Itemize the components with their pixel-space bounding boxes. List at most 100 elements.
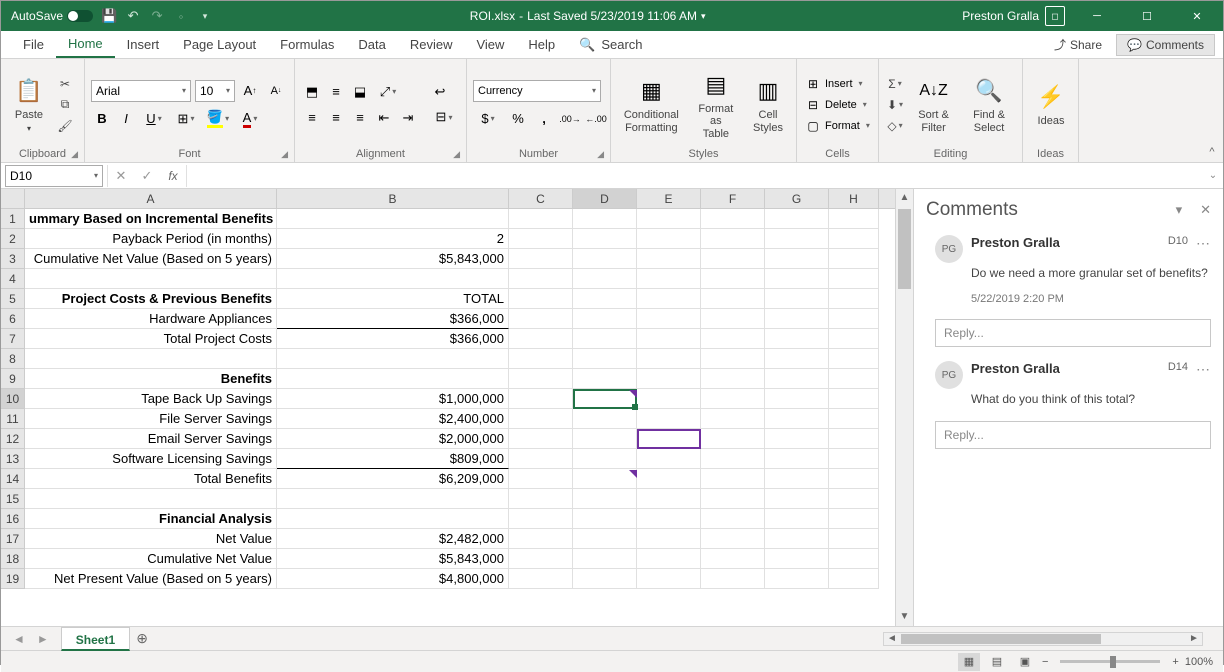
- cell[interactable]: [829, 489, 879, 509]
- clear-button[interactable]: ◇▾: [885, 117, 905, 135]
- cell[interactable]: [509, 229, 573, 249]
- table-row[interactable]: 4: [1, 269, 895, 289]
- table-row[interactable]: 1ummary Based on Incremental Benefits: [1, 209, 895, 229]
- cell[interactable]: File Server Savings: [25, 409, 277, 429]
- insert-function-button[interactable]: fx: [160, 165, 186, 187]
- table-row[interactable]: 9Benefits: [1, 369, 895, 389]
- percent-button[interactable]: %: [507, 108, 529, 130]
- page-layout-view-button[interactable]: ▤: [986, 653, 1008, 671]
- sheet-tab[interactable]: Sheet1: [61, 627, 130, 651]
- cell[interactable]: [829, 249, 879, 269]
- tab-pagelayout[interactable]: Page Layout: [171, 31, 268, 58]
- cell[interactable]: [829, 509, 879, 529]
- page-break-view-button[interactable]: ▣: [1014, 653, 1036, 671]
- cell[interactable]: [573, 429, 637, 449]
- align-left-button[interactable]: ≡: [301, 107, 323, 129]
- fill-button[interactable]: ⬇▾: [885, 96, 905, 114]
- cell[interactable]: [573, 469, 637, 489]
- col-header-c[interactable]: C: [509, 189, 573, 208]
- sort-filter-button[interactable]: A↓Z Sort & Filter: [909, 73, 958, 135]
- cell[interactable]: $5,843,000: [277, 549, 509, 569]
- comma-button[interactable]: ,: [533, 108, 555, 130]
- autosave-toggle[interactable]: AutoSave: [11, 9, 93, 23]
- number-format-select[interactable]: Currency▾: [473, 80, 601, 102]
- cell[interactable]: [637, 269, 701, 289]
- format-as-table-button[interactable]: ▤ Format as Table: [690, 67, 742, 141]
- scroll-left-button[interactable]: ◄: [884, 633, 900, 645]
- cell[interactable]: Software Licensing Savings: [25, 449, 277, 469]
- sheet-nav-next[interactable]: ►: [31, 632, 55, 646]
- reply-input[interactable]: Reply...: [935, 421, 1211, 449]
- row-header[interactable]: 11: [1, 409, 25, 429]
- cell[interactable]: [573, 389, 637, 409]
- cell[interactable]: [701, 549, 765, 569]
- row-header[interactable]: 14: [1, 469, 25, 489]
- cell[interactable]: [573, 369, 637, 389]
- merge-button[interactable]: ⊟▾: [429, 106, 459, 128]
- cell[interactable]: [573, 309, 637, 329]
- zoom-level[interactable]: 100%: [1185, 656, 1213, 668]
- conditional-formatting-button[interactable]: ▦ Conditional Formatting: [617, 73, 686, 135]
- cell[interactable]: Payback Period (in months): [25, 229, 277, 249]
- cell[interactable]: [509, 429, 573, 449]
- hscroll-thumb[interactable]: [901, 634, 1101, 644]
- cell[interactable]: [637, 509, 701, 529]
- cell[interactable]: [509, 569, 573, 589]
- row-header[interactable]: 4: [1, 269, 25, 289]
- cell[interactable]: Cumulative Net Value: [25, 549, 277, 569]
- cell[interactable]: [701, 209, 765, 229]
- table-row[interactable]: 5Project Costs & Previous BenefitsTOTAL: [1, 289, 895, 309]
- cut-button[interactable]: ✂: [55, 75, 75, 93]
- cell[interactable]: [829, 549, 879, 569]
- table-row[interactable]: 7Total Project Costs$366,000: [1, 329, 895, 349]
- comment-more-icon[interactable]: ⋯: [1196, 235, 1211, 263]
- collapse-ribbon-button[interactable]: ^: [1201, 59, 1223, 162]
- scroll-thumb[interactable]: [898, 209, 911, 289]
- cell[interactable]: [765, 309, 829, 329]
- cell[interactable]: [637, 309, 701, 329]
- accounting-format-button[interactable]: $▾: [473, 108, 503, 130]
- cell[interactable]: [637, 469, 701, 489]
- col-header-d[interactable]: D: [573, 189, 637, 208]
- cell[interactable]: [509, 489, 573, 509]
- comments-close-icon[interactable]: ✕: [1200, 202, 1211, 218]
- cell[interactable]: [765, 389, 829, 409]
- table-row[interactable]: 8: [1, 349, 895, 369]
- enter-formula-button[interactable]: ✓: [134, 165, 160, 187]
- cell[interactable]: Benefits: [25, 369, 277, 389]
- table-row[interactable]: 12Email Server Savings$2,000,000: [1, 429, 895, 449]
- cell[interactable]: [637, 389, 701, 409]
- cell[interactable]: [765, 449, 829, 469]
- cell-styles-button[interactable]: ▥ Cell Styles: [746, 73, 790, 135]
- cell[interactable]: [573, 509, 637, 529]
- zoom-out-button[interactable]: −: [1042, 656, 1048, 668]
- cell[interactable]: [829, 289, 879, 309]
- cell[interactable]: $809,000: [277, 449, 509, 469]
- cell[interactable]: [637, 229, 701, 249]
- touch-icon[interactable]: ◦: [173, 8, 189, 24]
- cell[interactable]: [829, 569, 879, 589]
- redo-icon[interactable]: ↷: [149, 8, 165, 24]
- scroll-right-button[interactable]: ►: [1186, 633, 1202, 645]
- cell[interactable]: [637, 529, 701, 549]
- comment-card[interactable]: PG Preston Gralla D10 ⋯ Do we need a mor…: [926, 235, 1211, 347]
- increase-font-button[interactable]: A↑: [239, 80, 261, 102]
- cell[interactable]: [573, 449, 637, 469]
- cell[interactable]: [277, 209, 509, 229]
- cell[interactable]: [573, 489, 637, 509]
- cell[interactable]: [637, 489, 701, 509]
- cell[interactable]: $5,843,000: [277, 249, 509, 269]
- tab-review[interactable]: Review: [398, 31, 465, 58]
- cell[interactable]: [765, 269, 829, 289]
- ideas-button[interactable]: ⚡ Ideas: [1029, 79, 1073, 129]
- row-header[interactable]: 2: [1, 229, 25, 249]
- cell[interactable]: [509, 529, 573, 549]
- cell[interactable]: [765, 549, 829, 569]
- fill-color-button[interactable]: 🪣▾: [203, 108, 233, 130]
- cell[interactable]: [829, 269, 879, 289]
- cell[interactable]: [765, 509, 829, 529]
- col-header-e[interactable]: E: [637, 189, 701, 208]
- cell[interactable]: [765, 289, 829, 309]
- cell[interactable]: [573, 409, 637, 429]
- cell[interactable]: [765, 409, 829, 429]
